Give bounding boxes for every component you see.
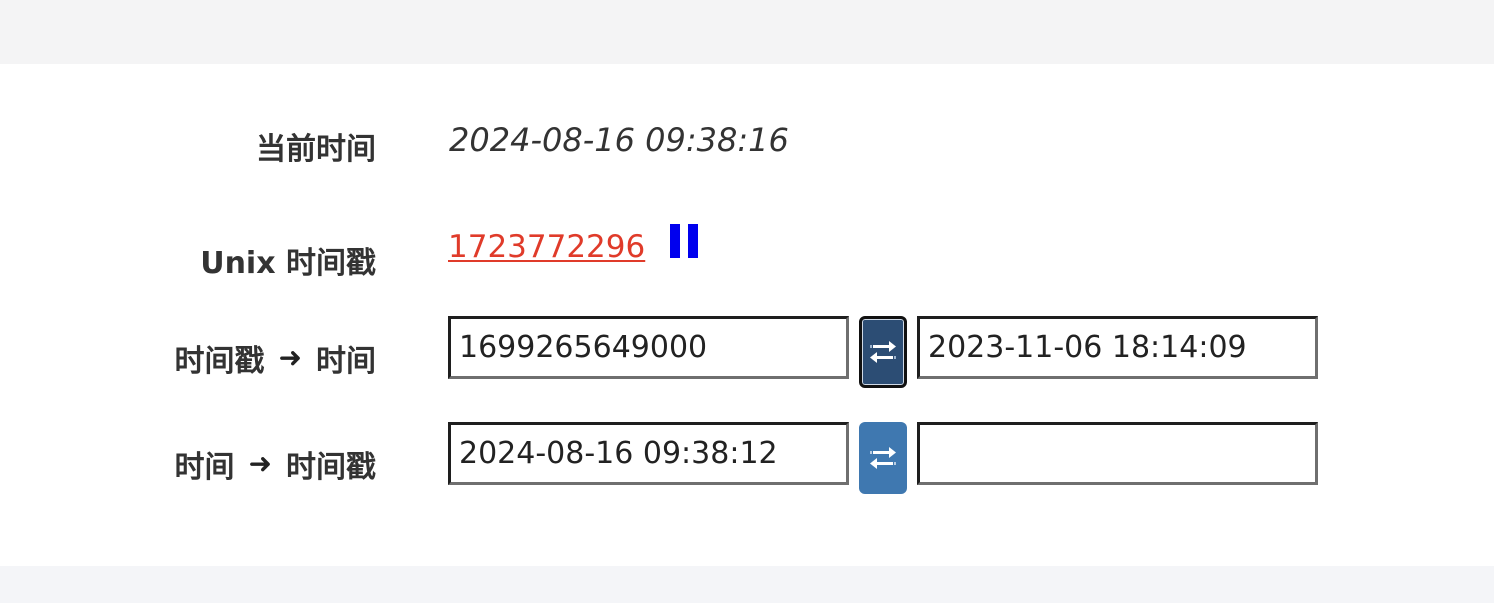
current-time-value: 2024-08-16 09:38:16: [449, 121, 789, 159]
current-time-label-text: 当前时间: [256, 132, 376, 167]
datetime-output[interactable]: [917, 316, 1318, 379]
unix-timestamp-link[interactable]: 1723772296: [448, 229, 645, 265]
ts-to-time-to-text: 时间: [316, 344, 376, 379]
timestamp-to-time-row: 时间戳 ➜ 时间: [0, 316, 1494, 390]
right-arrow-icon: ➜: [248, 446, 272, 480]
unix-timestamp-label-text: Unix 时间戳: [200, 246, 376, 281]
current-time-label: 当前时间: [256, 124, 376, 168]
convert-timestamp-to-time-button[interactable]: [859, 316, 907, 388]
timestamp-to-time-label: 时间戳 ➜ 时间: [175, 336, 376, 380]
time-to-timestamp-row: 时间 ➜ 时间戳: [0, 422, 1494, 496]
top-bar: [0, 0, 1494, 64]
convert-time-to-timestamp-button[interactable]: [859, 422, 907, 494]
bottom-bar: [0, 566, 1494, 603]
ts-to-time-from-text: 时间戳: [174, 344, 265, 379]
pause-icon[interactable]: [670, 224, 698, 258]
timestamp-output[interactable]: [917, 422, 1318, 485]
swap-arrows-icon: [870, 341, 896, 363]
unix-timestamp-label: Unix 时间戳: [200, 238, 376, 282]
timestamp-tool-panel: 当前时间 2024-08-16 09:38:16 Unix 时间戳 172377…: [0, 64, 1494, 566]
time-to-timestamp-label: 时间 ➜ 时间戳: [175, 442, 376, 486]
right-arrow-icon: ➜: [278, 340, 302, 374]
time-to-ts-to-text: 时间戳: [286, 450, 376, 485]
timestamp-input[interactable]: [448, 316, 849, 379]
unix-timestamp-row: Unix 时间戳 1723772296: [0, 224, 1494, 282]
current-time-row: 当前时间 2024-08-16 09:38:16: [0, 116, 1494, 168]
datetime-input[interactable]: [448, 422, 849, 485]
swap-arrows-icon: [870, 447, 896, 469]
time-to-ts-from-text: 时间: [174, 450, 235, 485]
